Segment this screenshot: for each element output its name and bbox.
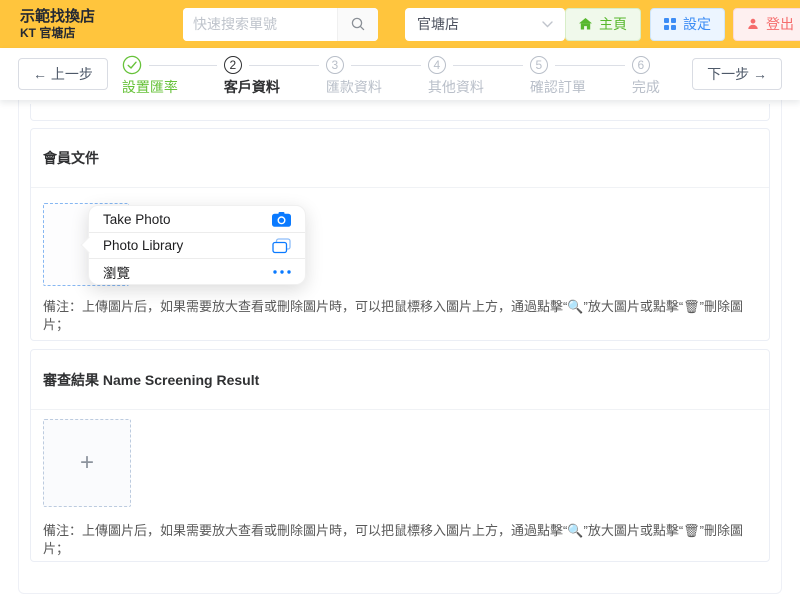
store-name: 示範找換店 — [20, 8, 183, 26]
store-title-block: 示範找換店 KT 官塘店 — [20, 8, 183, 40]
form-outer-card: 會員文件 Take Photo — [18, 100, 782, 594]
logout-button-label: 登出 — [766, 14, 794, 34]
user-icon — [747, 18, 759, 30]
search-button[interactable] — [337, 8, 378, 41]
screening-result-body: + 備注：上傳圖片后，如果需要放大查看或刪除圖片時，可以把鼠標移入圖片上方，通過… — [31, 410, 769, 561]
logout-button[interactable]: 登出 — [733, 8, 800, 41]
screening-result-title: 審查結果 Name Screening Result — [31, 350, 769, 410]
step-label: 客戶資料 — [224, 79, 326, 95]
search-input[interactable] — [183, 8, 337, 41]
upload-hint-note: 備注：上傳圖片后，如果需要放大查看或刪除圖片時，可以把鼠標移入圖片上方，通過點擊… — [43, 298, 757, 334]
step-connector — [249, 65, 319, 66]
branch-select[interactable]: 官塘店 — [405, 8, 565, 41]
step-number: 3 — [326, 56, 344, 74]
upload-source-popover: Take Photo Photo Library — [88, 205, 306, 285]
branch-name: KT 官塘店 — [20, 26, 183, 40]
step-2-customer-info: 2 客戶資料 — [224, 55, 326, 95]
chevron-down-icon — [542, 21, 553, 28]
step-6-done: 6 完成 — [632, 55, 692, 95]
search-icon — [350, 16, 366, 32]
photo-library-menu-item[interactable]: Photo Library — [89, 232, 305, 258]
member-documents-card: 會員文件 Take Photo — [30, 128, 770, 341]
form-content: 會員文件 Take Photo — [0, 100, 800, 599]
settings-button-label: 設定 — [683, 14, 711, 34]
step-4-other-info: 4 其他資料 — [428, 55, 530, 95]
home-icon — [579, 18, 592, 30]
step-number: 6 — [632, 56, 650, 74]
prev-step-button[interactable]: ← 上一步 — [18, 58, 108, 90]
step-label: 設置匯率 — [122, 79, 224, 95]
wizard-bar: ← 上一步 設置匯率 2 — [0, 48, 800, 100]
take-photo-menu-item[interactable]: Take Photo — [89, 206, 305, 232]
app-header: 示範找換店 KT 官塘店 官塘店 — [0, 0, 800, 48]
step-connector — [555, 65, 625, 66]
check-circle-icon — [122, 55, 142, 75]
upload-hint-note: 備注：上傳圖片后，如果需要放大查看或刪除圖片時，可以把鼠標移入圖片上方，通過點擊… — [43, 522, 757, 558]
screening-result-card: 審查結果 Name Screening Result + 備注：上傳圖片后，如果… — [30, 349, 770, 562]
steps: 設置匯率 2 客戶資料 3 匯款資料 4 — [122, 48, 692, 95]
step-connector — [351, 65, 421, 66]
grid-icon — [664, 18, 676, 30]
photo-library-label: Photo Library — [103, 238, 183, 253]
step-number: 2 — [224, 56, 242, 74]
member-documents-title: 會員文件 — [31, 129, 769, 188]
step-label: 其他資料 — [428, 79, 530, 95]
step-connector — [453, 65, 523, 66]
browse-menu-item[interactable]: 瀏覽 — [89, 258, 305, 284]
exchange-shop-order-page: 示範找換店 KT 官塘店 官塘店 — [0, 0, 800, 599]
step-number: 5 — [530, 56, 548, 74]
photo-library-icon — [272, 238, 291, 254]
step-label: 完成 — [632, 79, 692, 95]
order-search-group — [183, 8, 378, 41]
step-label: 確認訂單 — [530, 79, 632, 95]
step-3-remittance-info: 3 匯款資料 — [326, 55, 428, 95]
home-button-label: 主頁 — [599, 14, 627, 34]
step-label: 匯款資料 — [326, 79, 428, 95]
take-photo-label: Take Photo — [103, 212, 171, 227]
browse-label: 瀏覽 — [103, 262, 130, 282]
step-5-confirm-order: 5 確認訂單 — [530, 55, 632, 95]
step-number: 4 — [428, 56, 446, 74]
settings-button[interactable]: 設定 — [650, 8, 725, 41]
branch-select-value: 官塘店 — [417, 14, 459, 34]
step-1-set-rate: 設置匯率 — [122, 55, 224, 95]
ellipsis-icon — [273, 270, 291, 274]
member-documents-body: Take Photo Photo Library — [31, 188, 769, 340]
step-connector — [149, 65, 217, 66]
camera-icon — [272, 212, 291, 227]
screening-upload-dropzone[interactable]: + — [43, 419, 131, 507]
plus-icon: + — [80, 451, 94, 475]
home-button[interactable]: 主頁 — [565, 8, 641, 41]
next-step-button[interactable]: 下一步 → — [692, 58, 782, 90]
previous-section-card-clipped — [30, 104, 770, 121]
